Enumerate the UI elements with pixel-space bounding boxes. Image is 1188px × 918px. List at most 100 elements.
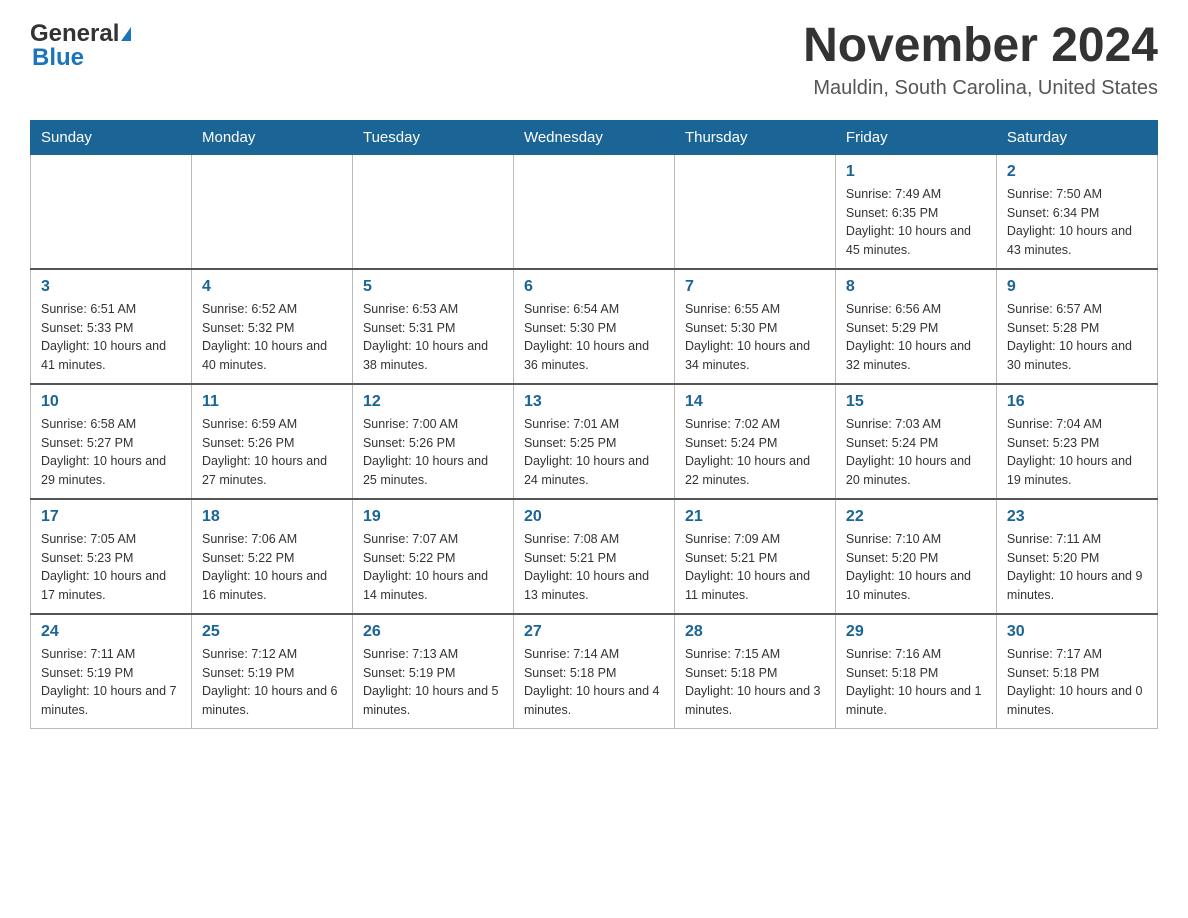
day-number: 7 — [685, 278, 825, 296]
day-info: Sunrise: 7:10 AMSunset: 5:20 PMDaylight:… — [846, 530, 986, 605]
day-info: Sunrise: 7:07 AMSunset: 5:22 PMDaylight:… — [363, 530, 503, 605]
day-number: 1 — [846, 163, 986, 181]
day-info: Sunrise: 7:08 AMSunset: 5:21 PMDaylight:… — [524, 530, 664, 605]
day-info: Sunrise: 6:58 AMSunset: 5:27 PMDaylight:… — [41, 415, 181, 490]
title-block: November 2024 Mauldin, South Carolina, U… — [803, 20, 1158, 100]
calendar-cell: 21 Sunrise: 7:09 AMSunset: 5:21 PMDayligh… — [674, 499, 835, 614]
day-number: 2 — [1007, 163, 1147, 181]
calendar-cell — [352, 154, 513, 269]
calendar-cell: 6 Sunrise: 6:54 AMSunset: 5:30 PMDaylight… — [513, 269, 674, 384]
day-info: Sunrise: 7:04 AMSunset: 5:23 PMDaylight:… — [1007, 415, 1147, 490]
day-number: 9 — [1007, 278, 1147, 296]
day-info: Sunrise: 7:17 AMSunset: 5:18 PMDaylight:… — [1007, 645, 1147, 720]
calendar-cell: 18 Sunrise: 7:06 AMSunset: 5:22 PMDayligh… — [191, 499, 352, 614]
calendar-cell: 30 Sunrise: 7:17 AMSunset: 5:18 PMDayligh… — [996, 614, 1157, 729]
calendar-cell: 3 Sunrise: 6:51 AMSunset: 5:33 PMDaylight… — [31, 269, 192, 384]
calendar-cell — [513, 154, 674, 269]
day-info: Sunrise: 7:11 AMSunset: 5:19 PMDaylight:… — [41, 645, 181, 720]
day-number: 11 — [202, 393, 342, 411]
calendar-header-sunday: Sunday — [31, 120, 192, 154]
calendar-cell: 28Sunrise: 7:15 AMSunset: 5:18 PMDayligh… — [674, 614, 835, 729]
calendar-cell: 13Sunrise: 7:01 AMSunset: 5:25 PMDayligh… — [513, 384, 674, 499]
day-number: 12 — [363, 393, 503, 411]
day-info: Sunrise: 7:12 AMSunset: 5:19 PMDaylight:… — [202, 645, 342, 720]
day-info: Sunrise: 7:50 AMSunset: 6:34 PMDaylight:… — [1007, 185, 1147, 260]
calendar-header-friday: Friday — [835, 120, 996, 154]
day-info: Sunrise: 6:54 AMSunset: 5:30 PMDaylight:… — [524, 300, 664, 375]
logo-blue: Blue — [32, 44, 84, 72]
day-number: 24 — [41, 623, 181, 641]
day-info: Sunrise: 6:55 AMSunset: 5:30 PMDaylight:… — [685, 300, 825, 375]
day-info: Sunrise: 7:03 AMSunset: 5:24 PMDaylight:… — [846, 415, 986, 490]
day-number: 20 — [524, 508, 664, 526]
day-number: 23 — [1007, 508, 1147, 526]
calendar-cell: 11 Sunrise: 6:59 AMSunset: 5:26 PMDayligh… — [191, 384, 352, 499]
day-number: 6 — [524, 278, 664, 296]
calendar-cell: 20 Sunrise: 7:08 AMSunset: 5:21 PMDayligh… — [513, 499, 674, 614]
day-info: Sunrise: 7:09 AMSunset: 5:21 PMDaylight:… — [685, 530, 825, 605]
calendar-cell: 10 Sunrise: 6:58 AMSunset: 5:27 PMDayligh… — [31, 384, 192, 499]
logo-triangle-icon — [121, 27, 131, 41]
calendar-cell: 1 Sunrise: 7:49 AMSunset: 6:35 PMDaylight… — [835, 154, 996, 269]
calendar-cell: 25 Sunrise: 7:12 AMSunset: 5:19 PMDayligh… — [191, 614, 352, 729]
day-info: Sunrise: 6:59 AMSunset: 5:26 PMDaylight:… — [202, 415, 342, 490]
day-info: Sunrise: 6:57 AMSunset: 5:28 PMDaylight:… — [1007, 300, 1147, 375]
day-number: 30 — [1007, 623, 1147, 641]
day-info: Sunrise: 6:52 AMSunset: 5:32 PMDaylight:… — [202, 300, 342, 375]
day-number: 16 — [1007, 393, 1147, 411]
calendar-cell: 4 Sunrise: 6:52 AMSunset: 5:32 PMDaylight… — [191, 269, 352, 384]
day-info: Sunrise: 6:53 AMSunset: 5:31 PMDaylight:… — [363, 300, 503, 375]
calendar-cell — [191, 154, 352, 269]
calendar-cell: 2 Sunrise: 7:50 AMSunset: 6:34 PMDaylight… — [996, 154, 1157, 269]
calendar-cell: 19 Sunrise: 7:07 AMSunset: 5:22 PMDayligh… — [352, 499, 513, 614]
day-info: Sunrise: 7:15 AMSunset: 5:18 PMDaylight:… — [685, 645, 825, 720]
day-number: 3 — [41, 278, 181, 296]
day-number: 15 — [846, 393, 986, 411]
calendar-cell: 5 Sunrise: 6:53 AMSunset: 5:31 PMDaylight… — [352, 269, 513, 384]
day-info: Sunrise: 7:01 AMSunset: 5:25 PMDaylight:… — [524, 415, 664, 490]
day-info: Sunrise: 7:13 AMSunset: 5:19 PMDaylight:… — [363, 645, 503, 720]
day-number: 4 — [202, 278, 342, 296]
day-number: 25 — [202, 623, 342, 641]
calendar-cell: 9 Sunrise: 6:57 AMSunset: 5:28 PMDaylight… — [996, 269, 1157, 384]
day-info: Sunrise: 7:00 AMSunset: 5:26 PMDaylight:… — [363, 415, 503, 490]
calendar-header-thursday: Thursday — [674, 120, 835, 154]
calendar-cell: 15 Sunrise: 7:03 AMSunset: 5:24 PMDayligh… — [835, 384, 996, 499]
calendar-cell: 8 Sunrise: 6:56 AMSunset: 5:29 PMDaylight… — [835, 269, 996, 384]
calendar-cell: 29 Sunrise: 7:16 AMSunset: 5:18 PMDayligh… — [835, 614, 996, 729]
day-info: Sunrise: 7:49 AMSunset: 6:35 PMDaylight:… — [846, 185, 986, 260]
day-number: 18 — [202, 508, 342, 526]
day-info: Sunrise: 7:02 AMSunset: 5:24 PMDaylight:… — [685, 415, 825, 490]
calendar-cell: 23 Sunrise: 7:11 AMSunset: 5:20 PMDayligh… — [996, 499, 1157, 614]
day-number: 5 — [363, 278, 503, 296]
day-number: 8 — [846, 278, 986, 296]
day-number: 27 — [524, 623, 664, 641]
day-info: Sunrise: 7:16 AMSunset: 5:18 PMDaylight:… — [846, 645, 986, 720]
day-number: 29 — [846, 623, 986, 641]
calendar-header-saturday: Saturday — [996, 120, 1157, 154]
calendar-cell — [674, 154, 835, 269]
day-number: 22 — [846, 508, 986, 526]
page-header: General Blue November 2024 Mauldin, Sout… — [30, 20, 1158, 100]
calendar-header-monday: Monday — [191, 120, 352, 154]
day-info: Sunrise: 7:14 AMSunset: 5:18 PMDaylight:… — [524, 645, 664, 720]
day-info: Sunrise: 7:06 AMSunset: 5:22 PMDaylight:… — [202, 530, 342, 605]
day-number: 21 — [685, 508, 825, 526]
calendar-cell: 24 Sunrise: 7:11 AMSunset: 5:19 PMDayligh… — [31, 614, 192, 729]
day-info: Sunrise: 7:11 AMSunset: 5:20 PMDaylight:… — [1007, 530, 1147, 605]
day-number: 19 — [363, 508, 503, 526]
calendar-cell: 14 Sunrise: 7:02 AMSunset: 5:24 PMDayligh… — [674, 384, 835, 499]
location: Mauldin, South Carolina, United States — [803, 77, 1158, 100]
day-info: Sunrise: 6:56 AMSunset: 5:29 PMDaylight:… — [846, 300, 986, 375]
day-number: 14 — [685, 393, 825, 411]
calendar-cell: 7 Sunrise: 6:55 AMSunset: 5:30 PMDaylight… — [674, 269, 835, 384]
month-title: November 2024 — [803, 20, 1158, 73]
day-number: 10 — [41, 393, 181, 411]
calendar-cell: 26Sunrise: 7:13 AMSunset: 5:19 PMDayligh… — [352, 614, 513, 729]
calendar-cell: 16 Sunrise: 7:04 AMSunset: 5:23 PMDayligh… — [996, 384, 1157, 499]
calendar-table: SundayMondayTuesdayWednesdayThursdayFrid… — [30, 120, 1158, 729]
day-info: Sunrise: 6:51 AMSunset: 5:33 PMDaylight:… — [41, 300, 181, 375]
calendar-header-tuesday: Tuesday — [352, 120, 513, 154]
calendar-cell: 17Sunrise: 7:05 AMSunset: 5:23 PMDayligh… — [31, 499, 192, 614]
logo: General Blue — [30, 20, 131, 72]
